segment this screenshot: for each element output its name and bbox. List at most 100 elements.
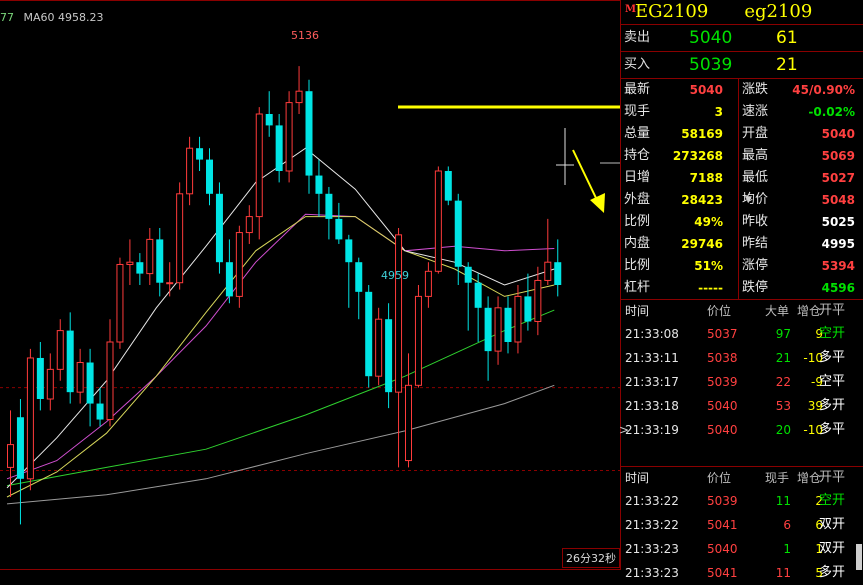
trade-type: 双开 <box>819 517 846 532</box>
stat-row: 持仓 273268 最高 5069 <box>621 145 863 167</box>
candle-body <box>136 262 144 274</box>
trade-time: 21:33:17 <box>625 375 679 389</box>
candle-body <box>96 403 104 420</box>
candle-body <box>7 444 14 468</box>
stat-value-2: 5025 <box>821 215 855 229</box>
candle-body <box>444 171 452 201</box>
candle-body <box>235 232 243 297</box>
stat-label-2: 速涨 <box>742 104 769 119</box>
table-row[interactable]: 21:33:17 5039 22 -9 空平 <box>621 370 863 394</box>
candle-body <box>285 102 293 172</box>
stat-row: 杠杆 ----- 跌停 4596 <box>621 277 863 299</box>
candle-body <box>544 261 552 281</box>
candle-body <box>484 307 492 352</box>
stat-row: 最新 5040 涨跌 45/0.90% <box>621 79 863 101</box>
candle-body <box>255 113 263 218</box>
scrollbar[interactable] <box>856 544 862 570</box>
stat-label: 比例 <box>624 258 651 273</box>
stat-label-2: 涨跌 <box>742 82 769 97</box>
stat-value: 7188 <box>689 171 723 185</box>
stat-value-2: 5040 <box>821 127 855 141</box>
candle-body <box>116 263 124 343</box>
table-row[interactable]: 21:33:08 5037 97 9 空开 <box>621 322 863 346</box>
candle-body <box>26 357 34 480</box>
stat-value: 28423 <box>681 193 723 207</box>
candle-body <box>186 147 194 195</box>
ask-price: 5040 <box>689 28 733 48</box>
stat-label-2: 昨结 <box>742 236 769 251</box>
ask-volume: 61 <box>776 28 798 48</box>
stat-value: 51% <box>694 259 723 273</box>
stat-value-2: 45/0.90% <box>792 83 855 97</box>
stat-value-2: 4596 <box>821 281 855 295</box>
caret-down-icon[interactable]: ▼ <box>745 189 752 211</box>
col-pos: 增仓 <box>796 304 821 318</box>
stat-value: 58169 <box>681 127 723 141</box>
table-row[interactable]: 21:33:23 5040 1 1 双开 <box>621 537 863 561</box>
trade-price: 5041 <box>707 566 738 580</box>
stat-row: 比例 51% 涨停 5394 <box>621 255 863 277</box>
contract-code[interactable]: EG2109 <box>635 1 708 22</box>
kline-svg[interactable] <box>0 0 620 570</box>
down-arrow-head-icon <box>590 193 605 213</box>
trade-qty: 53 <box>775 399 791 413</box>
stat-value: 273268 <box>672 149 723 163</box>
table-row[interactable]: 21:33:11 5038 21 -10 多平 <box>621 346 863 370</box>
stat-label: 杠杆 <box>624 280 651 295</box>
table-header: 时间 价位 现手 增仓 开平 <box>621 467 863 489</box>
candle-body <box>424 270 432 297</box>
bid-label: 买入 <box>624 57 651 72</box>
stat-row: 总量 58169 开盘 5040 <box>621 123 863 145</box>
table-row[interactable]: 21:33:22 5039 11 2 空开 <box>621 489 863 513</box>
trade-type: 空开 <box>819 493 846 508</box>
candle-body <box>176 193 184 284</box>
table-row[interactable]: > 21:33:19 5040 20 -10 多平 <box>619 418 863 442</box>
candle-body <box>464 266 472 283</box>
kline-chart[interactable]: 77 MA60 4958.23 5136 4959 26分32秒 <box>0 0 620 570</box>
trade-time: 21:33:23 <box>625 566 679 580</box>
bid-row[interactable]: 买入 5039 21 <box>621 52 863 79</box>
candle-body <box>305 91 313 176</box>
candle-body <box>156 239 164 283</box>
table-row[interactable]: 21:33:18 5040 53 39 多开 <box>621 394 863 418</box>
trade-price: 5039 <box>707 494 738 508</box>
candle-body <box>554 262 562 285</box>
candle-body <box>166 282 174 285</box>
candle-body <box>375 318 383 377</box>
stat-label: 现手 <box>624 104 651 119</box>
stat-label: 外盘 <box>624 192 651 207</box>
candle-body <box>385 319 393 393</box>
candle-body <box>434 170 442 272</box>
stat-row: 外盘 28423 均价 ▼ 5048 <box>621 189 863 211</box>
table-row[interactable]: 21:33:23 5041 11 5 多开 <box>621 561 863 585</box>
stat-label: 比例 <box>624 214 651 229</box>
stat-value-2: 5027 <box>821 171 855 185</box>
stat-label-2: 开盘 <box>742 126 769 141</box>
stat-value: 49% <box>694 215 723 229</box>
trade-price: 5038 <box>707 351 738 365</box>
stat-label-2: 昨收 <box>742 214 769 229</box>
bid-price: 5039 <box>689 55 733 75</box>
candle-body <box>76 362 84 393</box>
candle-body <box>325 193 333 219</box>
ask-row[interactable]: 卖出 5040 61 <box>621 25 863 52</box>
trade-qty: 97 <box>775 327 791 341</box>
stat-label: 内盘 <box>624 236 651 251</box>
quote-stats: 最新 5040 涨跌 45/0.90% 现手 3 速涨 -0.02% 总量 58… <box>621 79 863 300</box>
candle-body <box>126 261 134 265</box>
candle-body <box>365 291 373 377</box>
bar-countdown: 26分32秒 <box>562 548 620 568</box>
trade-time: 21:33:11 <box>625 351 679 365</box>
candle-body <box>46 368 54 400</box>
candle-body <box>454 200 462 267</box>
trade-time: 21:33:18 <box>625 399 679 413</box>
candle-body <box>265 114 273 126</box>
trade-price: 5040 <box>707 423 738 437</box>
candle-body <box>215 193 223 263</box>
stat-row: 现手 3 速涨 -0.02% <box>621 101 863 123</box>
big-trades-table: 时间 价位 大单 增仓 开平 21:33:08 5037 97 9 空开 21:… <box>619 300 863 467</box>
ma-cut-label: 77 <box>0 11 14 24</box>
low-price-label: 4959 <box>381 269 409 282</box>
table-row[interactable]: 21:33:22 5041 6 6 双开 <box>621 513 863 537</box>
candle-body <box>474 282 482 308</box>
